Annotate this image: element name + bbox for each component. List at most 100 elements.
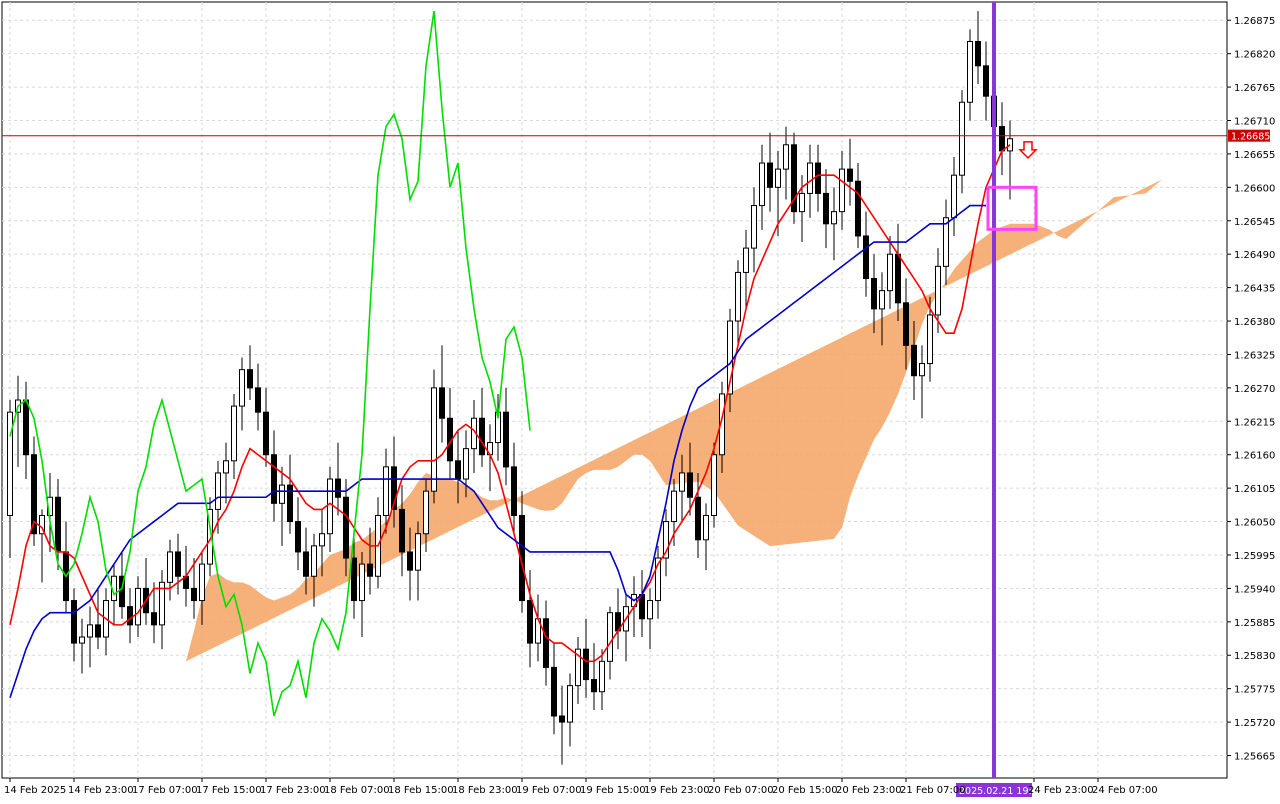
candle-body-bull bbox=[759, 162, 765, 207]
candle-body-bull bbox=[647, 600, 653, 620]
candle-body-bear bbox=[823, 192, 829, 225]
candle-body-bull bbox=[735, 271, 741, 322]
time-tick-label: 20 Feb 23:00 bbox=[836, 785, 902, 796]
candle-body-bear bbox=[687, 472, 693, 498]
candle-body-bear bbox=[175, 551, 181, 577]
time-tick-label: 17 Feb 15:00 bbox=[196, 785, 262, 796]
candle-body-bear bbox=[983, 65, 989, 97]
candle-body-bull bbox=[927, 314, 933, 365]
time-tick-label: 20 Feb 07:00 bbox=[708, 785, 774, 796]
price-tick-label: 1.25720 bbox=[1234, 718, 1275, 729]
candle-body-bull bbox=[167, 551, 173, 583]
candle-body-bull bbox=[135, 587, 141, 626]
time-tick-label: 21 Feb 07:00 bbox=[900, 785, 966, 796]
candle-body-bull bbox=[935, 265, 941, 316]
candle-body-bear bbox=[351, 557, 357, 602]
time-tick-label: 20 Feb 15:00 bbox=[772, 785, 838, 796]
candle-body-bear bbox=[23, 399, 29, 456]
candle-body-bull bbox=[415, 533, 421, 571]
candle-body-bull bbox=[943, 217, 949, 267]
candle-body-bear bbox=[367, 563, 373, 577]
candle-body-bull bbox=[751, 205, 757, 249]
candle-body-bull bbox=[775, 168, 781, 188]
price-tick-label: 1.25830 bbox=[1234, 651, 1275, 662]
price-tick-label: 1.26655 bbox=[1234, 150, 1275, 161]
candle-body-bull bbox=[87, 624, 93, 638]
candle-body-bull bbox=[799, 192, 805, 213]
candle-body-bear bbox=[511, 466, 517, 516]
candle-body-bear bbox=[767, 162, 773, 188]
candle-body-bear bbox=[271, 454, 277, 504]
candle-body-bear bbox=[71, 600, 77, 644]
price-tick-label: 1.26215 bbox=[1234, 417, 1275, 428]
candle-body-bear bbox=[247, 369, 253, 389]
candle-body-bear bbox=[847, 168, 853, 182]
price-tick-label: 1.26380 bbox=[1234, 317, 1275, 328]
candle-body-bear bbox=[127, 606, 133, 626]
candle-body-bear bbox=[95, 624, 101, 638]
candle-body-bear bbox=[999, 126, 1005, 152]
price-tick-label: 1.26820 bbox=[1234, 50, 1275, 61]
candle-body-bull bbox=[887, 253, 893, 292]
time-tick-label: 24 Feb 23:00 bbox=[1028, 785, 1094, 796]
candle-body-bull bbox=[223, 460, 229, 474]
candle-body-bull bbox=[327, 478, 333, 535]
price-tick-label: 1.26545 bbox=[1234, 217, 1275, 228]
candle-body-bull bbox=[879, 290, 885, 310]
time-tick-label: 18 Feb 15:00 bbox=[388, 785, 454, 796]
candle-body-bull bbox=[711, 454, 717, 516]
time-tick-label: 19 Feb 15:00 bbox=[580, 785, 646, 796]
candle-body-bull bbox=[567, 685, 573, 723]
time-tick-label: 18 Feb 07:00 bbox=[324, 785, 390, 796]
candle-body-bear bbox=[303, 551, 309, 577]
candle-body-bull bbox=[951, 174, 957, 219]
candle-body-bull bbox=[783, 144, 789, 170]
price-tick-label: 1.26490 bbox=[1234, 250, 1275, 261]
candle-body-bear bbox=[255, 387, 261, 413]
price-tick-label: 1.26875 bbox=[1234, 16, 1275, 27]
candle-body-bull bbox=[831, 211, 837, 225]
current-price-label: 1.26685 bbox=[1231, 132, 1270, 143]
time-tick-label: 14 Feb 2025 bbox=[4, 785, 66, 796]
candle-body-bull bbox=[431, 387, 437, 492]
candle-body-bear bbox=[527, 600, 533, 644]
candle-body-bear bbox=[551, 666, 557, 717]
candle-body-bear bbox=[695, 496, 701, 541]
candle-body-bull bbox=[807, 162, 813, 194]
candle-body-bull bbox=[1007, 138, 1013, 152]
price-tick-label: 1.26765 bbox=[1234, 83, 1275, 94]
price-chart[interactable]: 1.266852025.02.21 19:00 1.268751.268201.… bbox=[0, 0, 1280, 800]
candle-body-bear bbox=[439, 387, 445, 419]
candle-body-bear bbox=[295, 521, 301, 553]
price-tick-label: 1.26270 bbox=[1234, 384, 1275, 395]
candle-body-bear bbox=[895, 253, 901, 304]
candle-body-bear bbox=[815, 162, 821, 194]
price-tick-label: 1.26600 bbox=[1234, 183, 1275, 194]
candle-body-bear bbox=[863, 235, 869, 279]
price-tick-label: 1.25885 bbox=[1234, 618, 1275, 629]
candle-body-bear bbox=[407, 551, 413, 571]
price-tick-label: 1.25665 bbox=[1234, 752, 1275, 763]
candle-body-bull bbox=[743, 247, 749, 273]
candle-body-bull bbox=[463, 448, 469, 480]
candle-body-bull bbox=[607, 612, 613, 662]
candle-body-bear bbox=[343, 496, 349, 559]
candle-body-bear bbox=[191, 587, 197, 602]
time-tick-label: 17 Feb 07:00 bbox=[132, 785, 198, 796]
price-tick-label: 1.25775 bbox=[1234, 685, 1275, 696]
time-tick-label: 24 Feb 07:00 bbox=[1092, 785, 1158, 796]
candle-body-bear bbox=[543, 618, 549, 668]
candle-body-bull bbox=[279, 484, 285, 504]
candle-body-bear bbox=[55, 496, 61, 553]
candle-body-bear bbox=[335, 478, 341, 498]
price-tick-label: 1.25995 bbox=[1234, 551, 1275, 562]
time-tick-label: 19 Feb 07:00 bbox=[516, 785, 582, 796]
candle-body-bull bbox=[311, 545, 317, 577]
time-tick-label: 17 Feb 23:00 bbox=[260, 785, 326, 796]
candle-body-bear bbox=[911, 344, 917, 377]
candle-body-bear bbox=[871, 277, 877, 310]
candle-body-bear bbox=[503, 411, 509, 468]
price-tick-label: 1.26105 bbox=[1234, 484, 1275, 495]
candle-body-bear bbox=[479, 417, 485, 456]
candle-body-bull bbox=[215, 472, 221, 510]
